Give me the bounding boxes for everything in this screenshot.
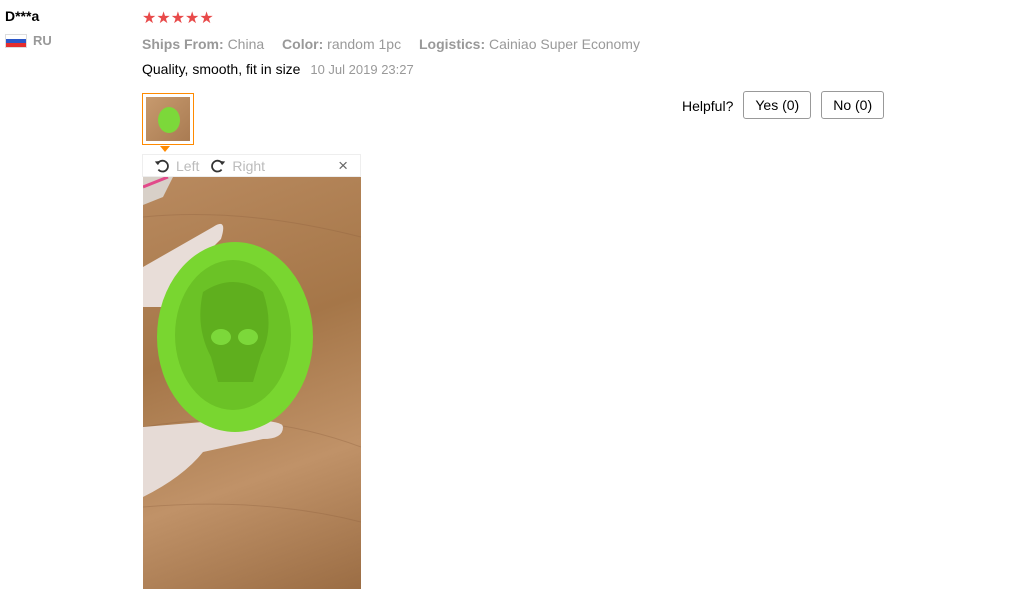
- hand-thumb: [143, 420, 283, 497]
- color-value: random 1pc: [327, 36, 402, 52]
- rotate-right-icon: [211, 159, 226, 172]
- reviewer-country: RU: [5, 33, 52, 48]
- rotate-left-icon: [154, 159, 169, 172]
- color-option: Color: random 1pc: [282, 36, 405, 52]
- russia-flag-icon: [5, 33, 27, 48]
- close-viewer-icon[interactable]: ×: [338, 156, 348, 176]
- rotate-right-label: Right: [232, 157, 266, 174]
- helpful-yes-button[interactable]: Yes (0): [743, 91, 812, 119]
- photo-illustration: [143, 177, 361, 523]
- rotate-left-button[interactable]: Left: [153, 157, 199, 175]
- logistics-label: Logistics:: [418, 36, 486, 52]
- skull-eye-left: [211, 329, 231, 345]
- rotate-left-label: Left: [176, 157, 200, 174]
- review-text: Quality, smooth, fit in size: [142, 61, 301, 77]
- photo-viewer-toolbar: Left Right ×: [142, 154, 361, 177]
- thumbnail-mold-shape: [158, 107, 180, 133]
- review-content: ★★★★★ Ships From: China Color: random 1p…: [142, 8, 1012, 589]
- helpful-question: Helpful?: [682, 98, 734, 114]
- country-code: RU: [33, 33, 52, 48]
- review-text-line: Quality, smooth, fit in size 10 Jul 2019…: [142, 61, 1012, 77]
- ships-from-label: Ships From:: [142, 36, 224, 52]
- logistics-value: Cainiao Super Economy: [489, 36, 640, 52]
- thumbnail-image: [146, 97, 190, 141]
- skull-eye-right: [238, 329, 258, 345]
- helpful-section: Helpful? Yes (0) No (0): [682, 91, 894, 119]
- helpful-no-button[interactable]: No (0): [821, 91, 885, 119]
- reviewer-name: D***a: [5, 8, 40, 24]
- review-photo-large: [143, 177, 361, 589]
- review-date: 10 Jul 2019 23:27: [310, 62, 414, 77]
- color-label: Color:: [282, 36, 324, 52]
- reviewer-info: D***a RU: [5, 8, 52, 48]
- ships-from-value: China: [227, 36, 265, 52]
- review-photo-thumbnail[interactable]: [142, 93, 194, 145]
- logistics: Logistics: Cainiao Super Economy: [419, 36, 640, 52]
- rotate-right-button[interactable]: Right: [209, 157, 265, 175]
- star-rating: ★★★★★: [142, 10, 214, 27]
- thumbnail-pointer-icon: [160, 146, 170, 152]
- review-meta: Ships From: China Color: random 1pc Logi…: [142, 36, 1012, 52]
- ships-from: Ships From: China: [142, 36, 268, 52]
